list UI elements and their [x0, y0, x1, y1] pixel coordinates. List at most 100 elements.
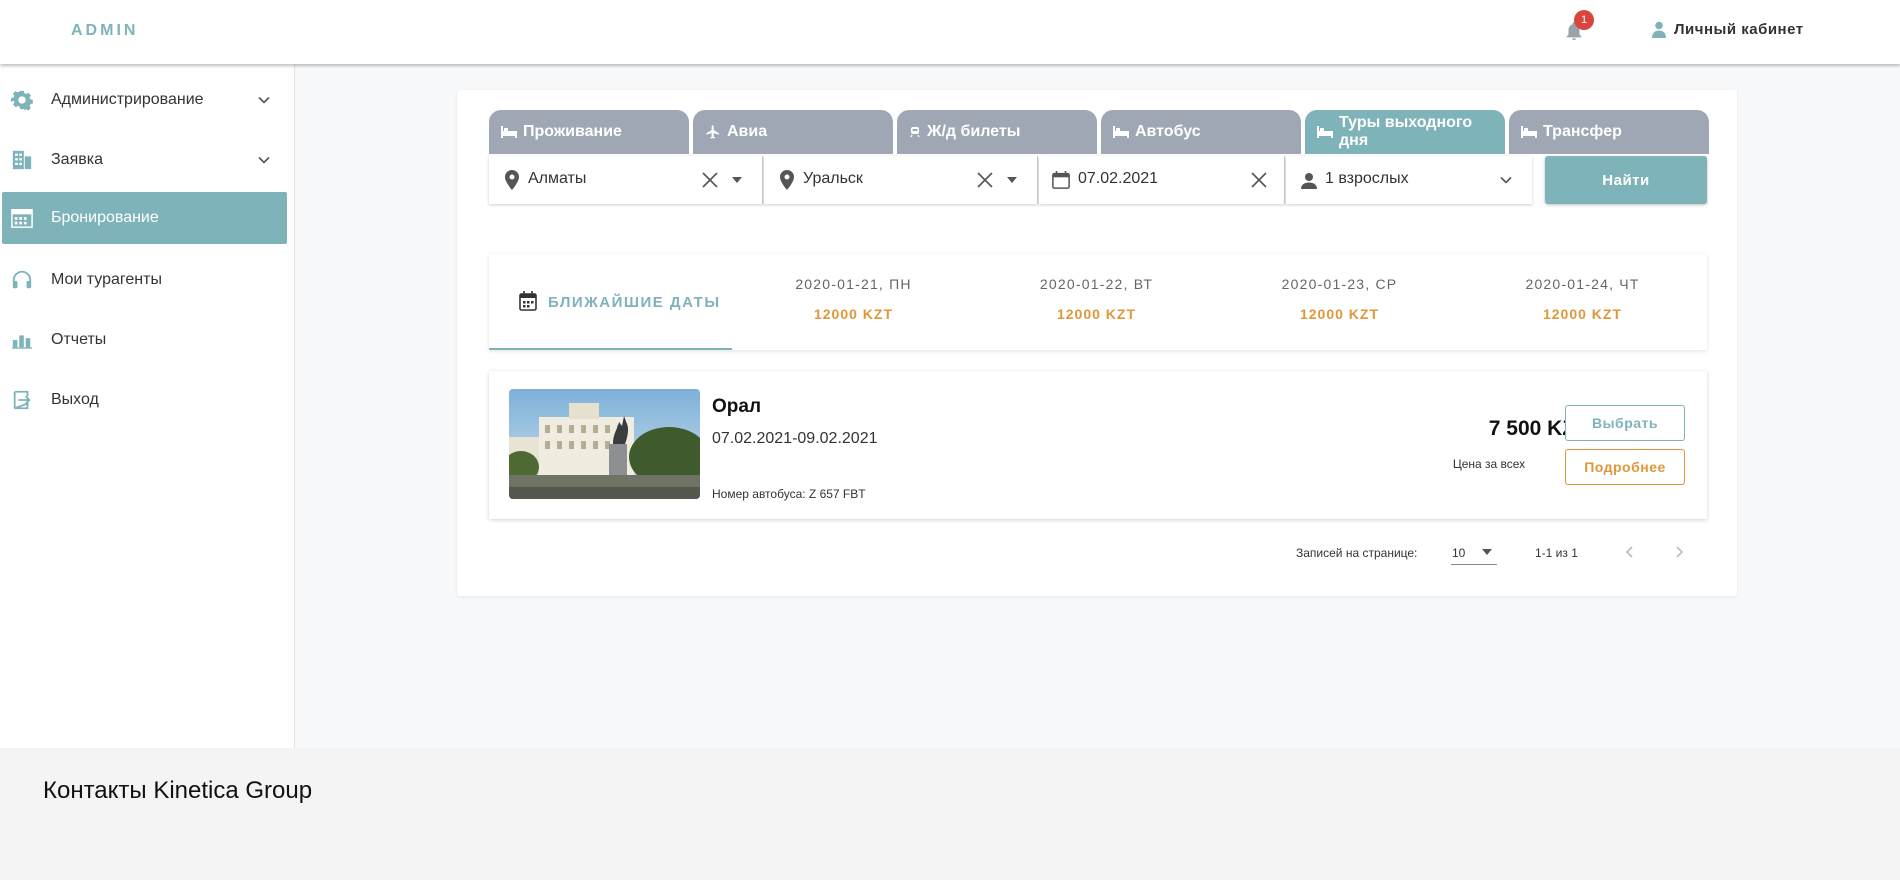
nearest-dates-bar: БЛИЖАЙШИЕ ДАТЫ 2020-01-21, ПН 12000 KZT … [489, 254, 1707, 350]
sidebar-item-label: Мои турагенты [51, 271, 162, 288]
clear-icon[interactable] [1250, 171, 1268, 189]
bus-number: Номер автобуса: Z 657 FBT [712, 487, 866, 501]
details-button[interactable]: Подробнее [1565, 449, 1685, 485]
select-button[interactable]: Выбрать [1565, 405, 1685, 441]
sidebar-item-label: Администрирование [51, 91, 204, 108]
airplane-icon [706, 125, 719, 139]
sidebar-item-label: Выход [51, 391, 99, 408]
date-option[interactable]: 2020-01-24, ЧТ 12000 KZT [1461, 254, 1704, 350]
tab-label: Туры выходного дня [1339, 114, 1473, 149]
dropdown-arrow-icon[interactable] [1007, 176, 1017, 184]
tab-accommodation[interactable]: Проживание [489, 110, 689, 154]
dropdown-arrow-icon[interactable] [732, 176, 742, 184]
location-pin-icon [780, 170, 794, 190]
date-value: 07.02.2021 [1078, 170, 1159, 187]
nearest-dates-tab[interactable]: БЛИЖАЙШИЕ ДАТЫ [489, 254, 732, 350]
sidebar-item-administration[interactable]: Администрирование [2, 74, 287, 126]
sidebar-item-booking[interactable]: Бронирование [2, 192, 287, 244]
date-option[interactable]: 2020-01-22, ВТ 12000 KZT [975, 254, 1218, 350]
notification-badge: 1 [1574, 10, 1594, 30]
date-option-price: 12000 KZT [813, 306, 894, 322]
sidebar-item-agents[interactable]: Мои турагенты [2, 254, 287, 306]
per-page-value: 10 [1452, 546, 1466, 560]
chevron-left-icon[interactable] [1620, 542, 1640, 562]
headset-icon [12, 270, 32, 289]
clear-icon[interactable] [701, 171, 719, 189]
gear-cog-icon [11, 90, 33, 111]
chevron-down-icon [258, 96, 270, 104]
per-page-select[interactable]: 10 [1451, 539, 1497, 565]
calendar-icon [1052, 171, 1070, 189]
nearest-dates-label: БЛИЖАЙШИЕ ДАТЫ [548, 294, 721, 311]
tab-label: Ж/д билеты [927, 123, 1021, 140]
sidebar-item-label: Заявка [51, 151, 103, 168]
bed-icon [501, 126, 517, 138]
tab-bus[interactable]: Автобус [1101, 110, 1301, 154]
tab-transfer[interactable]: Трансфер [1509, 110, 1709, 154]
from-city-select[interactable]: Алматы [489, 156, 763, 204]
booking-card: Проживание Авиа Ж/д билеты Автобус Туры … [457, 90, 1737, 596]
top-header: ADMIN 1 Личный кабинет [0, 0, 1900, 64]
per-page-label: Записей на странице: [1296, 546, 1418, 560]
tab-avia[interactable]: Авиа [693, 110, 893, 154]
page-range: 1-1 из 1 [1535, 546, 1578, 560]
from-city-value: Алматы [528, 170, 587, 187]
footer: Контакты Kinetica Group [0, 748, 1900, 880]
date-option-date: 2020-01-21, ПН [795, 276, 912, 292]
location-pin-icon [505, 170, 519, 190]
sidebar: Администрирование Заявка Бронирование Мо… [0, 64, 295, 748]
pagination: Записей на странице: 10 1-1 из 1 [457, 539, 1709, 569]
dropdown-arrow-icon [1482, 549, 1492, 555]
tab-weekend-tours[interactable]: Туры выходного дня [1305, 110, 1505, 154]
calendar-icon [519, 291, 537, 311]
sidebar-item-label: Отчеты [51, 331, 107, 348]
price-note: Цена за всех [1452, 457, 1526, 471]
tour-price: 7 500 KZT [1488, 417, 1588, 440]
date-option-date: 2020-01-24, ЧТ [1525, 276, 1640, 292]
building-icon [12, 150, 32, 170]
find-button[interactable]: Найти [1545, 156, 1707, 204]
search-bar: Алматы Уральск 07.02.2021 1 взрослых Най… [489, 156, 1709, 204]
cabinet-link[interactable]: Личный кабинет [1652, 21, 1804, 38]
date-option-price: 12000 KZT [1056, 306, 1137, 322]
sidebar-item-label: Бронирование [51, 209, 159, 226]
bed-icon [1521, 126, 1537, 138]
cabinet-label: Личный кабинет [1674, 21, 1804, 38]
sidebar-item-request[interactable]: Заявка [2, 134, 287, 186]
clear-icon[interactable] [976, 171, 994, 189]
tab-label: Автобус [1135, 123, 1201, 140]
logout-icon [13, 390, 31, 410]
date-option-date: 2020-01-22, ВТ [1039, 276, 1154, 292]
service-tabs: Проживание Авиа Ж/д билеты Автобус Туры … [489, 110, 1709, 154]
tour-dates: 07.02.2021-09.02.2021 [712, 430, 878, 447]
bed-icon [1113, 126, 1129, 138]
tab-label: Авиа [727, 123, 768, 140]
date-option[interactable]: 2020-01-21, ПН 12000 KZT [732, 254, 975, 350]
sidebar-item-logout[interactable]: Выход [2, 374, 287, 426]
bed-icon [1317, 126, 1333, 138]
tab-label: Трансфер [1543, 123, 1622, 140]
train-icon [910, 127, 920, 138]
date-option[interactable]: 2020-01-23, СР 12000 KZT [1218, 254, 1461, 350]
user-icon [1652, 21, 1666, 38]
chevron-right-icon[interactable] [1669, 542, 1689, 562]
date-picker[interactable]: 07.02.2021 [1039, 156, 1285, 204]
to-city-select[interactable]: Уральск [764, 156, 1038, 204]
tour-photo [509, 389, 700, 499]
tour-result-card: Орал 07.02.2021-09.02.2021 Номер автобус… [489, 371, 1707, 519]
bar-chart-icon [11, 335, 33, 349]
chevron-down-icon [258, 156, 270, 164]
chevron-down-icon[interactable] [1500, 175, 1512, 185]
date-option-price: 12000 KZT [1542, 306, 1623, 322]
to-city-value: Уральск [803, 170, 863, 187]
calendar-grid-icon [11, 209, 33, 228]
tab-label: Проживание [523, 123, 622, 140]
person-icon [1301, 173, 1317, 189]
tour-name: Орал [712, 396, 762, 417]
brand-logo[interactable]: ADMIN [71, 22, 138, 40]
date-option-date: 2020-01-23, СР [1281, 276, 1398, 292]
passengers-value: 1 взрослых [1325, 170, 1409, 187]
passengers-select[interactable]: 1 взрослых [1286, 156, 1532, 204]
tab-train[interactable]: Ж/д билеты [897, 110, 1097, 154]
sidebar-item-reports[interactable]: Отчеты [2, 314, 287, 366]
